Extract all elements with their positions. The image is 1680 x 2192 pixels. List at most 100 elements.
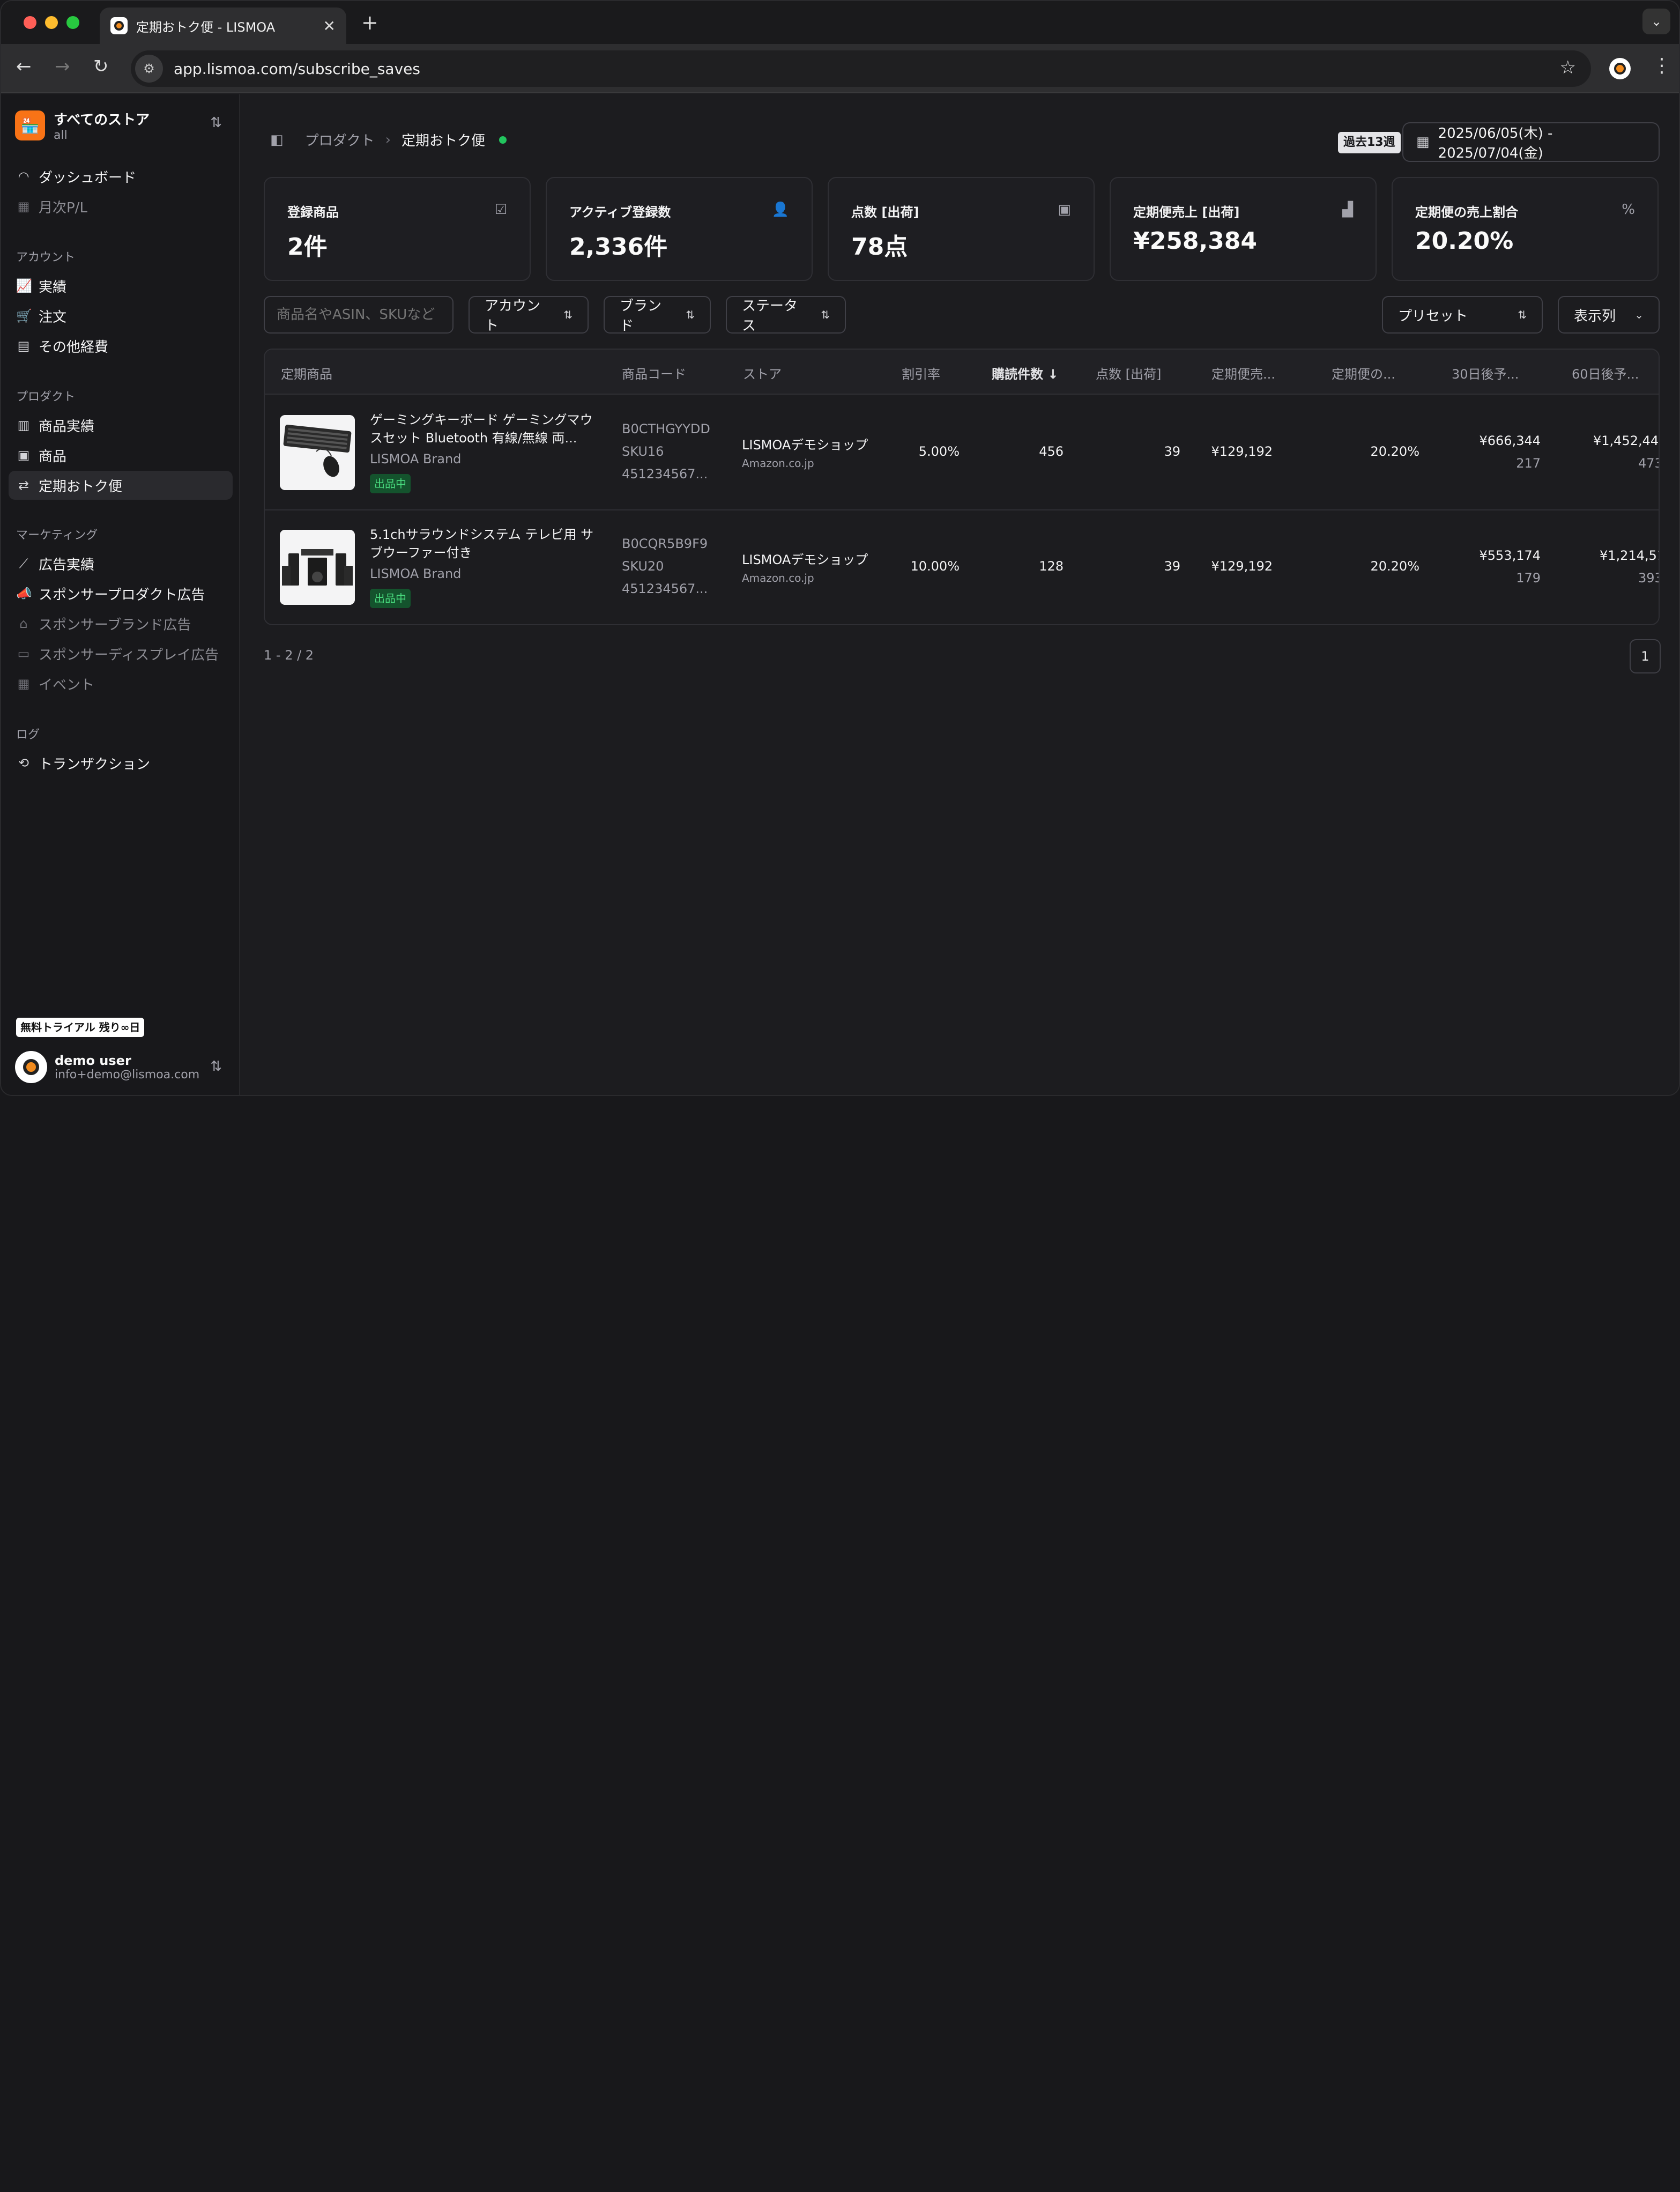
page-title: 定期おトク便 — [402, 133, 486, 149]
product-name[interactable]: 5.1chサラウンドシステム テレビ用 サブウーファー付き — [370, 525, 595, 562]
filter-label: 表示列 — [1574, 308, 1616, 324]
date-range-picker[interactable]: ▦ 2025/06/05(木) - 2025/07/04(金) — [1402, 122, 1660, 162]
column-header-label: 購読件数 — [992, 367, 1043, 382]
tab-search-chevron-icon[interactable]: ⌄ — [1642, 9, 1670, 34]
preset-select[interactable]: プリセット ⇅ — [1382, 296, 1543, 334]
back-icon[interactable]: ← — [16, 56, 32, 77]
columns-button[interactable]: 表示列 ⌄ — [1558, 296, 1660, 334]
kpi-label: 定期便の売上割合 — [1415, 205, 1518, 220]
browser-menu-icon[interactable]: ⋮ — [1652, 55, 1671, 77]
column-header[interactable]: 定期商品 — [281, 364, 332, 382]
calendar-icon: ▦ — [1416, 134, 1430, 150]
kpi-label: 点数 [出荷] — [851, 205, 919, 220]
column-header[interactable]: 定期便の... — [1332, 364, 1395, 382]
line-chart-icon: ⟋ — [19, 556, 28, 571]
sidebar-item-product-results[interactable]: ▥ 商品実績 — [9, 411, 233, 440]
sidebar-item-dashboard[interactable]: ◠ ダッシュボード — [9, 162, 233, 191]
chevron-updown-icon: ⇅ — [821, 308, 830, 321]
marketplace: Amazon.co.jp — [742, 572, 814, 584]
product-name[interactable]: ゲーミングキーボード ゲーミングマウスセット Bluetooth 有線/無線 両… — [370, 411, 595, 447]
page-button-1[interactable]: 1 — [1630, 639, 1661, 673]
sidebar-item-label: 実績 — [39, 279, 67, 295]
section-log: ログ — [16, 728, 40, 742]
address-bar[interactable]: ⚙ app.lismoa.com/subscribe_saves ☆ — [131, 50, 1591, 87]
store-name: すべてのストア — [54, 112, 150, 128]
sidebar-item-label: 商品実績 — [39, 418, 95, 435]
sidebar-item-monthly-pl[interactable]: ▦ 月次P/L — [9, 192, 233, 221]
column-header[interactable]: 30日後予... — [1452, 364, 1519, 382]
sidebar-item-sponsored-products[interactable]: 📣 スポンサープロダクト広告 — [9, 579, 233, 608]
asin: B0CTHGYYDD — [622, 421, 710, 436]
minimize-window-dot[interactable] — [45, 16, 58, 29]
close-tab-icon[interactable]: ✕ — [323, 17, 336, 35]
box-icon: ▣ — [17, 448, 30, 463]
kpi-card-units-shipped: 点数 [出荷] 78点 ▣ — [828, 177, 1095, 281]
trial-badge: 無料トライアル 残り∞日 — [16, 1018, 145, 1037]
sidebar-item-subscribe-saves[interactable]: ⇄ 定期おトク便 — [9, 471, 233, 500]
column-header[interactable]: ストア — [743, 364, 782, 382]
column-header[interactable]: 60日後予... — [1572, 364, 1639, 382]
bookmark-star-icon[interactable]: ☆ — [1560, 57, 1576, 78]
forward-icon[interactable]: → — [55, 56, 70, 77]
subscription-sales: ¥129,192 — [1211, 444, 1273, 459]
kpi-label: アクティブ登録数 — [569, 205, 671, 220]
table-row[interactable]: ゲーミングキーボード ゲーミングマウスセット Bluetooth 有線/無線 両… — [265, 396, 1659, 510]
sidebar-toggle-icon[interactable]: ◧ — [270, 132, 284, 148]
breadcrumb-separator-icon: › — [385, 131, 391, 148]
kpi-label: 登録商品 — [287, 205, 339, 220]
kpi-value: ¥258,384 — [1133, 227, 1258, 255]
avatar — [15, 1051, 47, 1083]
sort-down-icon: ↓ — [1047, 367, 1059, 382]
sidebar-item-label: 注文 — [39, 309, 67, 325]
sidebar-item-label: トランザクション — [39, 756, 151, 773]
url-text[interactable]: app.lismoa.com/subscribe_saves — [174, 60, 420, 78]
browser-window: 定期おトク便 - LISMOA ✕ + ⌄ ← → ↻ ⚙ app.lismoa… — [0, 0, 1680, 1096]
table-row[interactable]: 5.1chサラウンドシステム テレビ用 サブウーファー付き LISMOA Bra… — [265, 510, 1659, 624]
sidebar-item-sponsored-brands[interactable]: ⌂ スポンサーブランド広告 — [9, 609, 233, 638]
main-content: ◧ プロダクト › 定期おトク便 過去13週 ▦ 2025/06/05(木) -… — [241, 94, 1679, 1095]
maximize-window-dot[interactable] — [66, 16, 79, 29]
sidebar-item-transactions[interactable]: ⟲ トランザクション — [9, 749, 233, 777]
forecast-60d-count: 393 — [1638, 571, 1659, 586]
sidebar-item-label: イベント — [39, 677, 95, 693]
account-filter-button[interactable]: アカウント ⇅ — [469, 296, 589, 334]
column-header-sorted[interactable]: 購読件数 ↓ — [992, 364, 1058, 382]
sidebar-item-ad-results[interactable]: ⟋ 広告実績 — [9, 549, 233, 578]
forecast-60d: ¥1,214,517 — [1600, 548, 1659, 563]
sidebar-item-sponsored-display[interactable]: ▭ スポンサーディスプレイ広告 — [9, 639, 233, 668]
chevron-updown-icon: ⇅ — [563, 308, 573, 321]
sidebar-item-results[interactable]: 📈 実績 — [9, 271, 233, 300]
browser-tab[interactable]: 定期おトク便 - LISMOA ✕ — [100, 8, 346, 44]
column-header[interactable]: 割引率 — [902, 364, 940, 382]
sidebar-item-other-expenses[interactable]: ▤ その他経費 — [9, 331, 233, 360]
column-header[interactable]: 定期便売... — [1211, 364, 1275, 382]
search-input[interactable] — [264, 296, 454, 334]
sales-ratio: 20.20% — [1370, 444, 1419, 459]
store-name: LISMOAデモショップ — [742, 438, 868, 453]
user-menu[interactable]: demo user info+demo@lismoa.com ⇅ — [15, 1049, 226, 1085]
tab-title: 定期おトク便 - LISMOA — [136, 19, 276, 35]
product-image-speaker-system — [280, 530, 355, 605]
sidebar-item-events[interactable]: ▦ イベント — [9, 669, 233, 698]
kpi-value: 2件 — [287, 233, 328, 261]
sidebar-item-orders[interactable]: 🛒 注文 — [9, 301, 233, 330]
reload-icon[interactable]: ↻ — [93, 56, 109, 77]
status-filter-button[interactable]: ステータス ⇅ — [726, 296, 846, 334]
store-switcher[interactable]: 🏪 すべてのストア all ⇅ — [15, 108, 226, 143]
new-tab-icon[interactable]: + — [361, 11, 378, 34]
site-settings-icon[interactable]: ⚙ — [135, 55, 163, 83]
column-header[interactable]: 商品コード — [622, 364, 686, 382]
breadcrumb-product[interactable]: プロダクト — [305, 130, 375, 150]
asin: B0CQR5B9F9 — [622, 536, 708, 551]
sidebar-item-products[interactable]: ▣ 商品 — [9, 441, 233, 470]
profile-avatar-icon[interactable] — [1609, 58, 1631, 79]
close-window-dot[interactable] — [24, 16, 36, 29]
brand-filter-button[interactable]: ブランド ⇅ — [604, 296, 711, 334]
bar-chart-icon: ▥ — [17, 418, 30, 433]
box-icon: ▣ — [1058, 202, 1071, 218]
filter-label: ステータス — [742, 298, 798, 334]
column-header[interactable]: 点数 [出荷] — [1096, 364, 1161, 382]
forecast-60d-count: 473 — [1638, 456, 1659, 471]
date-range-text: 2025/06/05(木) - 2025/07/04(金) — [1438, 125, 1553, 161]
calendar-icon: ▦ — [17, 676, 30, 691]
